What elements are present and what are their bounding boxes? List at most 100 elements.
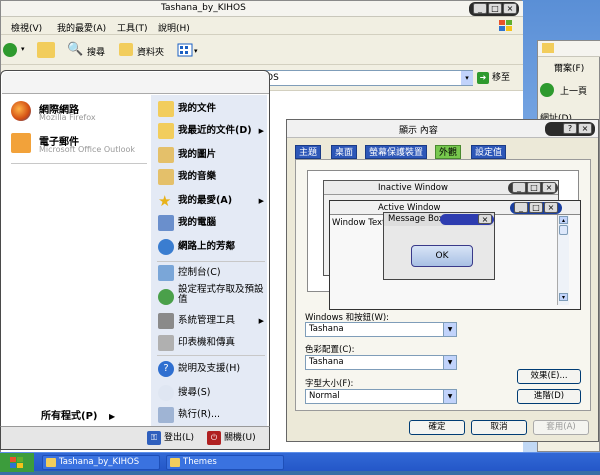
start-item-my-documents[interactable]: 我的文件 [158, 99, 266, 119]
window-text-sample: Window Text [332, 218, 386, 228]
taskbar-item-themes[interactable]: Themes [166, 455, 284, 470]
scroll-down-icon: ▾ [559, 293, 568, 301]
menu-tools[interactable]: 工具(T) [117, 21, 148, 34]
start-item-admin-tools[interactable]: 系統管理工具 ▶ [158, 311, 266, 331]
admin-tools-icon [158, 313, 174, 329]
pinned-internet[interactable]: 網際網路 Mozilla Firefox [11, 99, 149, 125]
close-icon: × [478, 214, 492, 224]
minimize-icon: _ [512, 182, 526, 193]
chevron-down-icon: ▼ [443, 390, 456, 403]
start-item-help[interactable]: ? 說明及支援(H) [158, 359, 266, 379]
color-scheme-select[interactable]: Tashana ▼ [305, 355, 457, 370]
close-icon: × [544, 202, 558, 213]
dialog-help-button[interactable]: ? [563, 123, 577, 134]
run-icon [158, 407, 174, 423]
tab-appearance[interactable]: 外觀 [435, 145, 462, 159]
back-button[interactable]: 上一頁 [540, 81, 600, 99]
explorer-toolbar: ▾ 🔍 搜尋 資料夾 ▾ [1, 35, 523, 65]
second-window-titlebar[interactable] [538, 41, 600, 57]
views-grid-icon: ▾ [177, 43, 198, 57]
windows-flag-icon [10, 457, 23, 468]
maximize-button[interactable]: □ [488, 3, 502, 14]
chevron-down-icon[interactable]: ▾ [21, 45, 25, 53]
folder-up-icon[interactable] [37, 42, 55, 58]
submenu-arrow-icon: ▶ [258, 317, 264, 325]
explorer-titlebar[interactable]: Tashana_by_KIHOS _ □ × [1, 1, 523, 17]
maximize-icon: □ [527, 182, 541, 193]
minimize-icon: _ [514, 202, 528, 213]
start-item-recent-documents[interactable]: 我最近的文件(D) ▶ [158, 121, 266, 141]
svg-text:▾: ▾ [194, 47, 198, 55]
cancel-button[interactable]: 取消 [471, 420, 527, 435]
message-box-titlebar: Message Box × [384, 213, 494, 226]
logoff-button[interactable]: ⚿ 登出(L) [147, 430, 194, 446]
chevron-down-icon: ▼ [443, 323, 456, 336]
start-item-run[interactable]: 執行(R)... [158, 405, 266, 425]
start-item-program-access[interactable]: 設定程式存取及預設值 [158, 285, 266, 307]
views-button[interactable]: ▾ [177, 42, 201, 58]
start-menu-header [2, 72, 269, 94]
tab-screensaver[interactable]: 螢幕保護裝置 [365, 145, 428, 159]
taskbar-item-explorer[interactable]: Tashana_by_KIHOS [42, 455, 160, 470]
ok-button[interactable]: 確定 [409, 420, 465, 435]
dialog-close-button[interactable]: × [578, 123, 592, 134]
explorer-menubar: 檢視(V) 我的最愛(A) 工具(T) 說明(H) [1, 17, 523, 35]
scroll-up-icon: ▴ [559, 216, 568, 224]
dialog-window-controls: ? × [545, 122, 595, 136]
maximize-icon: □ [529, 202, 543, 213]
effects-button[interactable]: 效果(E)... [517, 369, 581, 384]
shutdown-button[interactable]: ⏻ 關機(U) [207, 430, 256, 446]
menu-view[interactable]: 檢視(V) [11, 21, 42, 34]
minimize-button[interactable]: _ [473, 3, 487, 14]
window-controls: _ □ × [469, 2, 519, 16]
pictures-icon [158, 147, 174, 163]
menu-help[interactable]: 說明(H) [158, 21, 190, 34]
firefox-icon [11, 101, 31, 121]
start-menu: 網際網路 Mozilla Firefox 電子郵件 Microsoft Offi… [0, 70, 270, 450]
start-item-my-computer[interactable]: 我的電腦 [158, 213, 266, 233]
folder-icon [170, 458, 180, 467]
start-item-printers[interactable]: 印表機和傳真 [158, 333, 266, 353]
address-dropdown-icon[interactable]: ▾ [461, 71, 473, 85]
message-close-pill: × [440, 214, 494, 225]
folder-icon [46, 458, 56, 467]
start-button[interactable] [0, 453, 34, 472]
windows-buttons-select[interactable]: Tashana ▼ [305, 322, 457, 337]
start-item-network[interactable]: 網路上的芳鄰 [158, 237, 266, 257]
apply-button[interactable]: 套用(A) [533, 420, 589, 435]
recent-documents-icon [158, 123, 174, 139]
address-input[interactable]: OS [261, 70, 473, 86]
help-icon: ? [158, 361, 174, 377]
preview-scrollbar: ▴ ▾ [557, 215, 569, 305]
pinned-email[interactable]: 電子郵件 Microsoft Office Outlook [11, 131, 149, 157]
divider [157, 261, 265, 262]
tab-desktop[interactable]: 桌面 [331, 145, 358, 159]
start-item-search[interactable]: 搜尋(S) [158, 383, 266, 403]
font-size-select[interactable]: Normal ▼ [305, 389, 457, 404]
menu-favorites[interactable]: 我的最愛(A) [57, 21, 106, 34]
start-menu-footer: ⚿ 登出(L) ⏻ 關機(U) [0, 426, 270, 450]
folders-icon [119, 43, 133, 56]
dialog-titlebar[interactable]: 顯示 內容 ? × [287, 120, 598, 138]
second-window-menu[interactable]: 爾案(F) [554, 61, 584, 74]
start-item-my-pictures[interactable]: 我的圖片 [158, 145, 266, 165]
submenu-arrow-icon: ▶ [258, 197, 264, 205]
forward-icon[interactable] [3, 43, 17, 57]
preview-controls: _ □ × [508, 182, 558, 194]
advanced-button[interactable]: 進階(D) [517, 389, 581, 404]
start-item-favorites[interactable]: ★ 我的最愛(A) ▶ [158, 191, 266, 211]
go-arrow-icon: ➜ [477, 71, 489, 84]
close-button[interactable]: × [503, 3, 517, 14]
font-size-label: 字型大小(F): [305, 379, 354, 389]
start-item-my-music[interactable]: 我的音樂 [158, 167, 266, 187]
go-button[interactable]: ➜ 移至 [477, 70, 519, 86]
printer-icon [158, 335, 174, 351]
scroll-thumb [559, 225, 568, 235]
preview-ok-button: OK [411, 245, 473, 267]
tab-settings[interactable]: 設定值 [471, 145, 507, 159]
tab-themes[interactable]: 主題 [295, 145, 322, 159]
preview-active-controls: _ □ × [510, 202, 562, 214]
favorites-star-icon: ★ [158, 192, 172, 210]
start-item-control-panel[interactable]: 控制台(C) [158, 263, 266, 283]
all-programs-button[interactable]: 所有程式(P) ▶ [41, 407, 115, 422]
